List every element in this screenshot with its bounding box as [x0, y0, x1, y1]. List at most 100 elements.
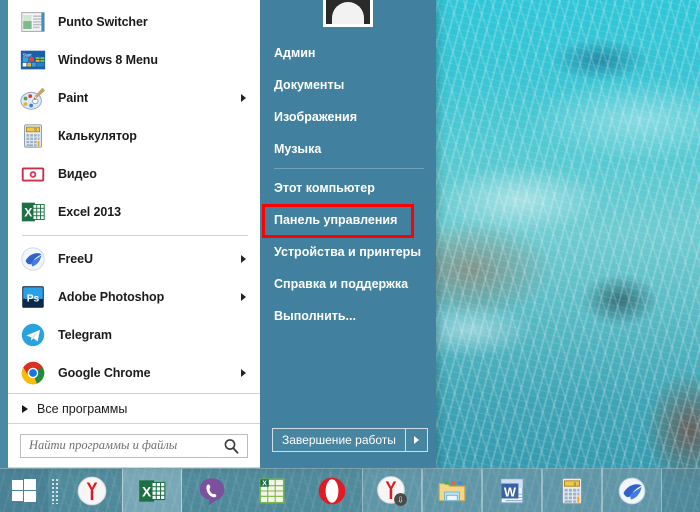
right-panel-item-label: Панель управления	[274, 213, 398, 227]
program-label: Видео	[58, 167, 97, 181]
submenu-chevron-right-icon[interactable]	[241, 94, 246, 102]
program-item-chrome[interactable]: Google Chrome	[8, 354, 260, 392]
windows-8-menu-icon: Start	[19, 46, 47, 74]
right-panel-item-label: Выполнить...	[274, 309, 356, 323]
program-icon-wrap: Ps	[18, 282, 48, 312]
photoshop-icon: Ps	[19, 283, 47, 311]
program-item-excel[interactable]: X Excel 2013	[8, 193, 260, 231]
svg-text:X: X	[142, 483, 152, 499]
desktop: Punto Switcher Start Windows 8 Menu Pain…	[0, 0, 700, 512]
calculator-icon: 0	[556, 475, 588, 507]
program-item-punto-switcher[interactable]: Punto Switcher	[8, 3, 260, 41]
svg-text:X: X	[24, 206, 32, 220]
quick-launch-grip-icon[interactable]	[48, 469, 62, 512]
program-item-paint[interactable]: Paint	[8, 79, 260, 117]
right-panel-item-2[interactable]: Изображения	[260, 101, 436, 133]
excel-file-icon: X	[256, 475, 288, 507]
search-placeholder: Найти программы и файлы	[29, 438, 178, 452]
program-icon-wrap: X	[18, 197, 48, 227]
taskbar-item-yandex-disk[interactable]: ⇩	[362, 469, 422, 512]
start-menu-left-pane: Punto Switcher Start Windows 8 Menu Pain…	[8, 0, 260, 468]
taskbar-item-yandex-browser[interactable]	[62, 469, 122, 512]
program-item-telegram[interactable]: Telegram	[8, 316, 260, 354]
search-icon[interactable]	[223, 438, 240, 460]
right-panel-item-label: Документы	[274, 78, 345, 92]
program-icon-wrap	[18, 7, 48, 37]
chrome-icon	[19, 359, 47, 387]
right-panel-item-label: Изображения	[274, 110, 358, 124]
taskbar-item-freeu[interactable]	[602, 469, 662, 512]
taskbar: X X ⇩ W 0	[0, 468, 700, 512]
submenu-chevron-right-icon[interactable]	[241, 255, 246, 263]
taskbar-item-excel[interactable]: X	[122, 469, 182, 512]
right-panel-item-8[interactable]: Выполнить...	[260, 300, 436, 332]
right-panel-item-label: Устройства и принтеры	[274, 245, 421, 259]
program-item-photoshop[interactable]: Ps Adobe Photoshop	[8, 278, 260, 316]
taskbar-item-calculator[interactable]: 0	[542, 469, 602, 512]
taskbar-items: X X ⇩ W 0	[62, 469, 662, 512]
program-label: Punto Switcher	[58, 15, 148, 29]
program-item-freeu[interactable]: FreeU	[8, 240, 260, 278]
explorer-icon	[436, 475, 468, 507]
chevron-right-icon	[413, 436, 419, 444]
paint-icon	[19, 84, 47, 112]
taskbar-item-excel-file[interactable]: X	[242, 469, 302, 512]
program-label: FreeU	[58, 252, 93, 266]
taskbar-item-word[interactable]: W	[482, 469, 542, 512]
start-button[interactable]	[0, 469, 48, 512]
right-panel-item-label: Этот компьютер	[274, 181, 375, 195]
program-icon-wrap	[18, 83, 48, 113]
all-programs-button[interactable]: Все программы	[8, 393, 260, 423]
right-panel-item-5[interactable]: Панель управления	[260, 204, 436, 236]
viber-icon	[196, 475, 228, 507]
taskbar-item-viber[interactable]	[182, 469, 242, 512]
submenu-chevron-right-icon[interactable]	[241, 293, 246, 301]
program-label: Windows 8 Menu	[58, 53, 158, 67]
program-list: Punto Switcher Start Windows 8 Menu Pain…	[8, 0, 260, 393]
svg-text:Start: Start	[23, 52, 33, 57]
opera-icon	[316, 475, 348, 507]
video-icon	[19, 160, 47, 188]
search-input[interactable]: Найти программы и файлы	[20, 433, 248, 460]
excel-icon: X	[19, 198, 47, 226]
user-avatar[interactable]	[323, 0, 373, 27]
freeu-icon	[616, 475, 648, 507]
taskbar-item-opera[interactable]	[302, 469, 362, 512]
program-icon-wrap: Start	[18, 45, 48, 75]
program-label: Калькулятор	[58, 129, 137, 143]
program-label: Google Chrome	[58, 366, 151, 380]
start-menu-left-edge	[0, 0, 8, 468]
submenu-chevron-right-icon[interactable]	[241, 369, 246, 377]
program-item-windows-8-menu[interactable]: Start Windows 8 Menu	[8, 41, 260, 79]
svg-text:W: W	[504, 484, 517, 499]
program-list-separator	[22, 235, 248, 236]
calculator-icon: 0	[19, 122, 47, 150]
telegram-icon	[19, 321, 47, 349]
program-label: Adobe Photoshop	[58, 290, 165, 304]
taskbar-item-explorer[interactable]	[422, 469, 482, 512]
windows-start-icon	[12, 478, 36, 502]
right-panel-item-6[interactable]: Устройства и принтеры	[260, 236, 436, 268]
program-icon-wrap	[18, 244, 48, 274]
right-panel-item-4[interactable]: Этот компьютер	[260, 172, 436, 204]
right-panel-item-0[interactable]: Админ	[260, 37, 436, 69]
right-panel-item-3[interactable]: Музыка	[260, 133, 436, 165]
right-panel-item-7[interactable]: Справка и поддержка	[260, 268, 436, 300]
program-icon-wrap	[18, 159, 48, 189]
svg-text:X: X	[262, 480, 267, 487]
shutdown-button[interactable]: Завершение работы	[272, 428, 406, 452]
shutdown-label: Завершение работы	[282, 433, 396, 447]
right-panel-item-1[interactable]: Документы	[260, 69, 436, 101]
program-icon-wrap	[18, 358, 48, 388]
yandex-disk-icon: ⇩	[376, 475, 408, 507]
freeu-icon	[19, 245, 47, 273]
search-area: Найти программы и файлы	[8, 423, 260, 467]
start-menu-right-pane: Админ Документы Изображения Музыка Этот комп…	[260, 0, 436, 468]
program-item-video[interactable]: Видео	[8, 155, 260, 193]
program-item-calculator[interactable]: 0 Калькулятор	[8, 117, 260, 155]
word-icon: W	[496, 475, 528, 507]
svg-text:0: 0	[574, 481, 577, 487]
shutdown-options-button[interactable]	[405, 428, 428, 452]
start-menu: Punto Switcher Start Windows 8 Menu Pain…	[0, 0, 436, 468]
svg-text:⇩: ⇩	[397, 495, 404, 504]
